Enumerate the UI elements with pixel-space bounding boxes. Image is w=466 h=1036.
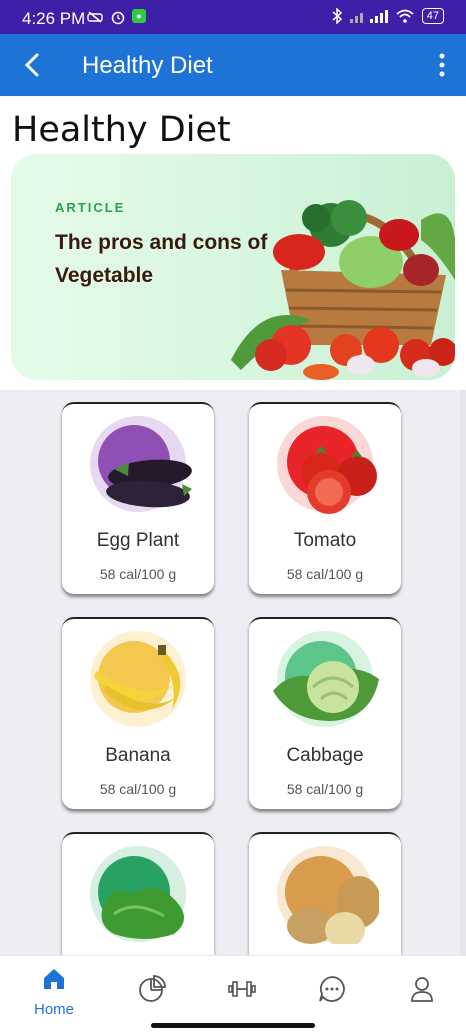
food-card-cabbage[interactable]: Cabbage 58 cal/100 g xyxy=(249,617,401,809)
food-grid: Egg Plant 58 cal/100 g Tomato 58 cal/100… xyxy=(0,390,466,955)
nav-home[interactable]: Home xyxy=(24,966,84,1018)
home-icon xyxy=(44,969,64,989)
article-banner[interactable]: ARTICLE The pros and cons of Vegetable xyxy=(11,154,455,380)
food-name: Tomato xyxy=(293,530,357,551)
food-card-banana[interactable]: Banana 58 cal/100 g xyxy=(62,617,214,809)
battery-indicator: 47 xyxy=(421,8,444,24)
back-button[interactable] xyxy=(18,50,48,80)
nav-chat[interactable] xyxy=(302,966,362,1016)
app-bar: Healthy Diet xyxy=(0,34,466,96)
chat-icon xyxy=(319,976,345,1002)
food-card-egg-plant[interactable]: Egg Plant 58 cal/100 g xyxy=(62,402,214,594)
profile-icon xyxy=(411,977,433,1002)
status-right-icons: 47 xyxy=(332,8,444,24)
nav-stats[interactable] xyxy=(122,966,182,1016)
app-bar-title: Healthy Diet xyxy=(82,52,213,79)
bluetooth-icon xyxy=(332,8,342,24)
nav-profile[interactable] xyxy=(392,966,452,1016)
nav-home-label: Home xyxy=(33,1001,74,1018)
food-calories: 58 cal/100 g xyxy=(99,566,177,582)
food-name: Egg Plant xyxy=(96,530,180,551)
wifi-icon xyxy=(396,9,414,23)
page-title: Healthy Diet xyxy=(12,110,231,150)
vegetable-basket-image xyxy=(231,200,455,380)
status-notification-icons: ● xyxy=(86,9,146,25)
signal-icon xyxy=(349,10,388,23)
food-name: Cabbage xyxy=(286,745,364,766)
food-calories: 58 cal/100 g xyxy=(99,781,177,797)
food-name: Banana xyxy=(105,745,171,766)
nav-workout[interactable] xyxy=(212,966,272,1016)
food-calories: 58 cal/100 g xyxy=(286,566,364,582)
home-indicator[interactable] xyxy=(151,1023,315,1028)
pie-chart-icon xyxy=(139,975,166,1002)
tomato-icon xyxy=(277,416,377,514)
food-card-lettuce[interactable] xyxy=(62,832,214,955)
lettuce-icon xyxy=(90,846,186,942)
scrollbar[interactable] xyxy=(460,390,466,955)
alarm-icon xyxy=(111,11,125,25)
potato-icon xyxy=(277,846,379,944)
food-card-tomato[interactable]: Tomato 58 cal/100 g xyxy=(249,402,401,594)
eggplant-icon xyxy=(90,416,192,512)
cabbage-icon xyxy=(273,631,379,727)
banner-tag: ARTICLE xyxy=(55,200,126,215)
food-calories: 58 cal/100 g xyxy=(286,781,364,797)
no-disturb-icon xyxy=(87,11,103,23)
wechat-icon: ● xyxy=(132,9,146,23)
status-time: 4:26 PM xyxy=(22,9,86,28)
more-options-button[interactable] xyxy=(432,52,452,78)
status-bar: 4:26 PM ● 47 xyxy=(0,0,466,34)
dumbbell-icon xyxy=(228,981,256,997)
food-card-potato[interactable] xyxy=(249,832,401,955)
banana-icon xyxy=(90,631,186,727)
